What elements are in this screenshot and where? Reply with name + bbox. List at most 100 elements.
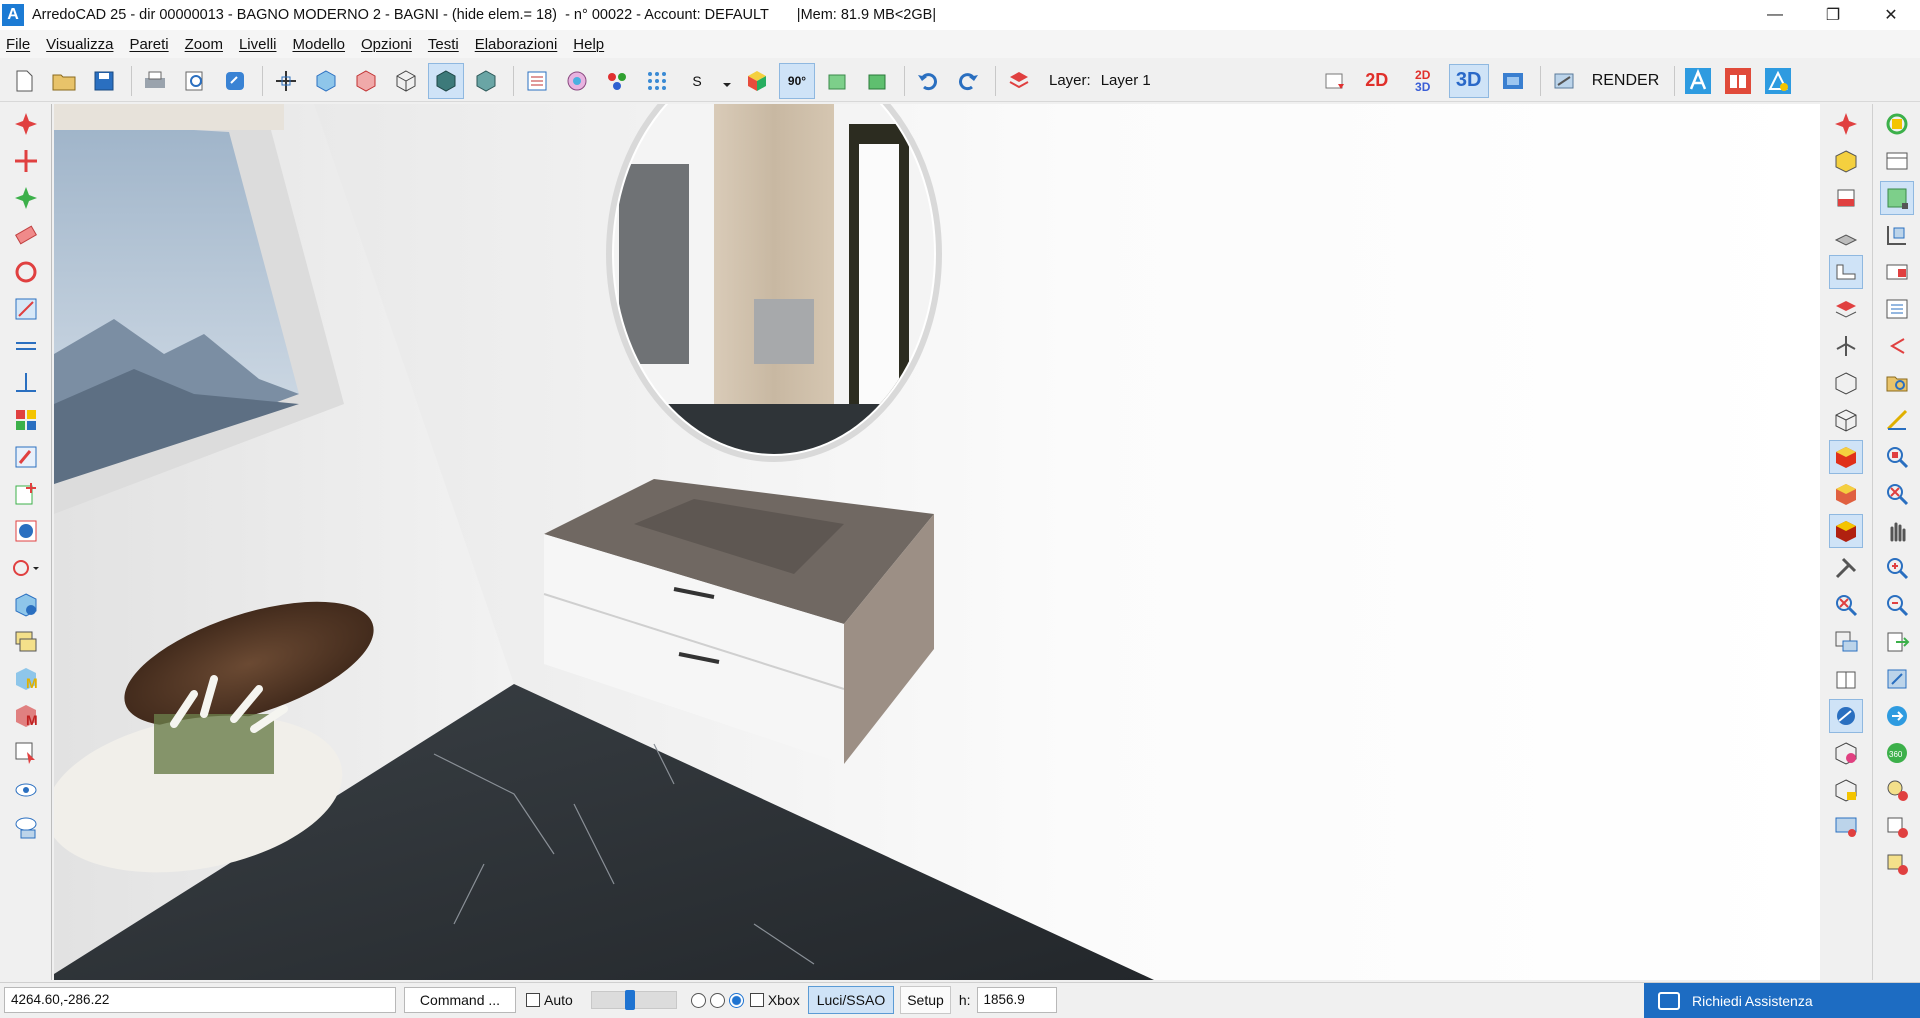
open-folder-icon[interactable] bbox=[46, 63, 82, 99]
cabinet-icon[interactable] bbox=[1829, 662, 1863, 696]
dropdown-arrow-icon[interactable] bbox=[719, 63, 735, 99]
folder-search-icon[interactable] bbox=[1880, 366, 1914, 400]
layer-manager-icon[interactable] bbox=[1001, 63, 1037, 99]
xbox-checkbox[interactable] bbox=[749, 993, 764, 1007]
snap-s-button[interactable]: S bbox=[679, 63, 715, 99]
save-icon[interactable] bbox=[86, 63, 122, 99]
arrow-left-icon[interactable] bbox=[1880, 329, 1914, 363]
zoom-out-icon[interactable] bbox=[1880, 588, 1914, 622]
setup-button[interactable]: Setup bbox=[900, 986, 951, 1014]
snap-grid-icon[interactable] bbox=[1879, 181, 1914, 215]
menu-zoom[interactable]: Zoom bbox=[185, 36, 223, 53]
height-field[interactable]: 1856.9 bbox=[976, 987, 1057, 1013]
cube-add-icon[interactable] bbox=[1829, 144, 1863, 178]
light-slider[interactable] bbox=[590, 990, 677, 1010]
mode-3d-button[interactable]: 3D bbox=[1448, 63, 1489, 98]
table-layout-icon[interactable] bbox=[1880, 144, 1914, 178]
zoom-extents-icon[interactable] bbox=[1829, 588, 1863, 622]
radio-option-3[interactable] bbox=[728, 992, 744, 1008]
slider-thumb[interactable] bbox=[625, 990, 636, 1010]
lock-cube-icon[interactable] bbox=[1829, 773, 1863, 807]
catalog-book-icon[interactable] bbox=[1720, 63, 1756, 99]
eraser-icon[interactable] bbox=[9, 218, 43, 252]
wire-cube-2-icon[interactable] bbox=[1829, 403, 1863, 437]
measure-icon[interactable] bbox=[1880, 403, 1914, 437]
refresh-cube-icon[interactable] bbox=[1880, 107, 1914, 141]
snap-cross-icon[interactable] bbox=[268, 63, 304, 99]
menu-pareti[interactable]: Pareti bbox=[129, 36, 168, 53]
layer-color-icon[interactable] bbox=[1317, 63, 1353, 99]
text-a-icon[interactable] bbox=[1680, 63, 1716, 99]
link-dropdown-icon[interactable] bbox=[9, 551, 43, 585]
mode-2d3d-button[interactable]: 2D 3D bbox=[1403, 64, 1443, 98]
mode-2d-button[interactable]: 2D bbox=[1357, 64, 1397, 98]
material-sphere-icon[interactable] bbox=[1829, 699, 1863, 733]
color-grid-icon[interactable] bbox=[9, 403, 43, 437]
materials-icon[interactable] bbox=[599, 63, 635, 99]
view-settings-icon[interactable] bbox=[9, 810, 43, 844]
shaded-cube-icon[interactable] bbox=[468, 63, 504, 99]
lamp-settings-icon[interactable] bbox=[1880, 847, 1914, 881]
plane-green-alt-icon[interactable] bbox=[859, 63, 895, 99]
panel-icon[interactable] bbox=[1880, 255, 1914, 289]
menu-help[interactable]: Help bbox=[573, 36, 604, 53]
print-icon[interactable] bbox=[137, 63, 173, 99]
tools-icon[interactable] bbox=[1829, 551, 1863, 585]
undo-icon[interactable] bbox=[910, 63, 946, 99]
zoom-all-icon[interactable] bbox=[1880, 477, 1914, 511]
zoom-in-icon[interactable] bbox=[1880, 551, 1914, 585]
color-cube-icon[interactable] bbox=[739, 63, 775, 99]
rotate-icon[interactable] bbox=[9, 255, 43, 289]
restore-button[interactable]: ❐ bbox=[1804, 0, 1862, 30]
select-star-icon[interactable] bbox=[9, 107, 43, 141]
xbox-checkbox-group[interactable]: Xbox bbox=[749, 992, 800, 1008]
attach-icon[interactable] bbox=[217, 63, 253, 99]
layers-stack-icon[interactable] bbox=[9, 625, 43, 659]
move-icon[interactable] bbox=[9, 144, 43, 178]
select-star-right-icon[interactable] bbox=[1829, 107, 1863, 141]
radio-option-2[interactable] bbox=[709, 992, 725, 1008]
section-icon[interactable] bbox=[1829, 625, 1863, 659]
scale-icon[interactable] bbox=[9, 292, 43, 326]
lamp-red-icon[interactable] bbox=[1880, 773, 1914, 807]
render-cube-icon[interactable] bbox=[1829, 514, 1863, 548]
color-cube-right-icon[interactable] bbox=[1829, 736, 1863, 770]
dimension-icon[interactable] bbox=[1880, 218, 1914, 252]
menu-visualizza[interactable]: Visualizza bbox=[46, 36, 113, 53]
solid-cube-icon[interactable] bbox=[428, 62, 464, 99]
redo-icon[interactable] bbox=[950, 63, 986, 99]
copy-star-icon[interactable] bbox=[9, 181, 43, 215]
module-red-m-icon[interactable]: M bbox=[9, 699, 43, 733]
view-eye-icon[interactable] bbox=[9, 773, 43, 807]
select-cursor-icon[interactable] bbox=[9, 736, 43, 770]
floor-icon[interactable] bbox=[1829, 218, 1863, 252]
menu-file[interactable]: File bbox=[6, 36, 30, 53]
ceiling-icon[interactable] bbox=[1829, 292, 1863, 326]
add-element-icon[interactable] bbox=[9, 477, 43, 511]
light-icon[interactable] bbox=[1829, 329, 1863, 363]
info-icon[interactable] bbox=[9, 514, 43, 548]
close-button[interactable]: ✕ bbox=[1862, 0, 1920, 30]
perpendicular-icon[interactable] bbox=[9, 366, 43, 400]
render-settings-icon[interactable] bbox=[1546, 63, 1582, 99]
lamp-config-icon[interactable] bbox=[1880, 810, 1914, 844]
wire-cube-1-icon[interactable] bbox=[1829, 366, 1863, 400]
cube-red-icon[interactable] bbox=[348, 63, 384, 99]
angle-90-button[interactable]: 90° bbox=[779, 62, 815, 99]
cube-view-icon[interactable] bbox=[308, 63, 344, 99]
luci-ssao-button[interactable]: Luci/SSAO bbox=[807, 986, 895, 1014]
layer-value[interactable]: Layer 1 bbox=[1101, 72, 1301, 89]
screen-settings-icon[interactable] bbox=[1829, 810, 1863, 844]
zoom-window-icon[interactable] bbox=[1880, 440, 1914, 474]
list-window-icon[interactable] bbox=[519, 63, 555, 99]
radio-option-1[interactable] bbox=[690, 992, 706, 1008]
print-preview-icon[interactable] bbox=[177, 63, 213, 99]
3d-viewport[interactable] bbox=[54, 104, 1820, 980]
menu-livelli[interactable]: Livelli bbox=[239, 36, 277, 53]
view-360-icon[interactable]: 360 bbox=[1880, 736, 1914, 770]
auto-checkbox-group[interactable]: Auto bbox=[526, 992, 573, 1008]
parallel-lines-icon[interactable] bbox=[9, 329, 43, 363]
command-button[interactable]: Command ... bbox=[404, 987, 516, 1013]
color-wheel-icon[interactable] bbox=[559, 63, 595, 99]
wireframe-cube-icon[interactable] bbox=[388, 63, 424, 99]
